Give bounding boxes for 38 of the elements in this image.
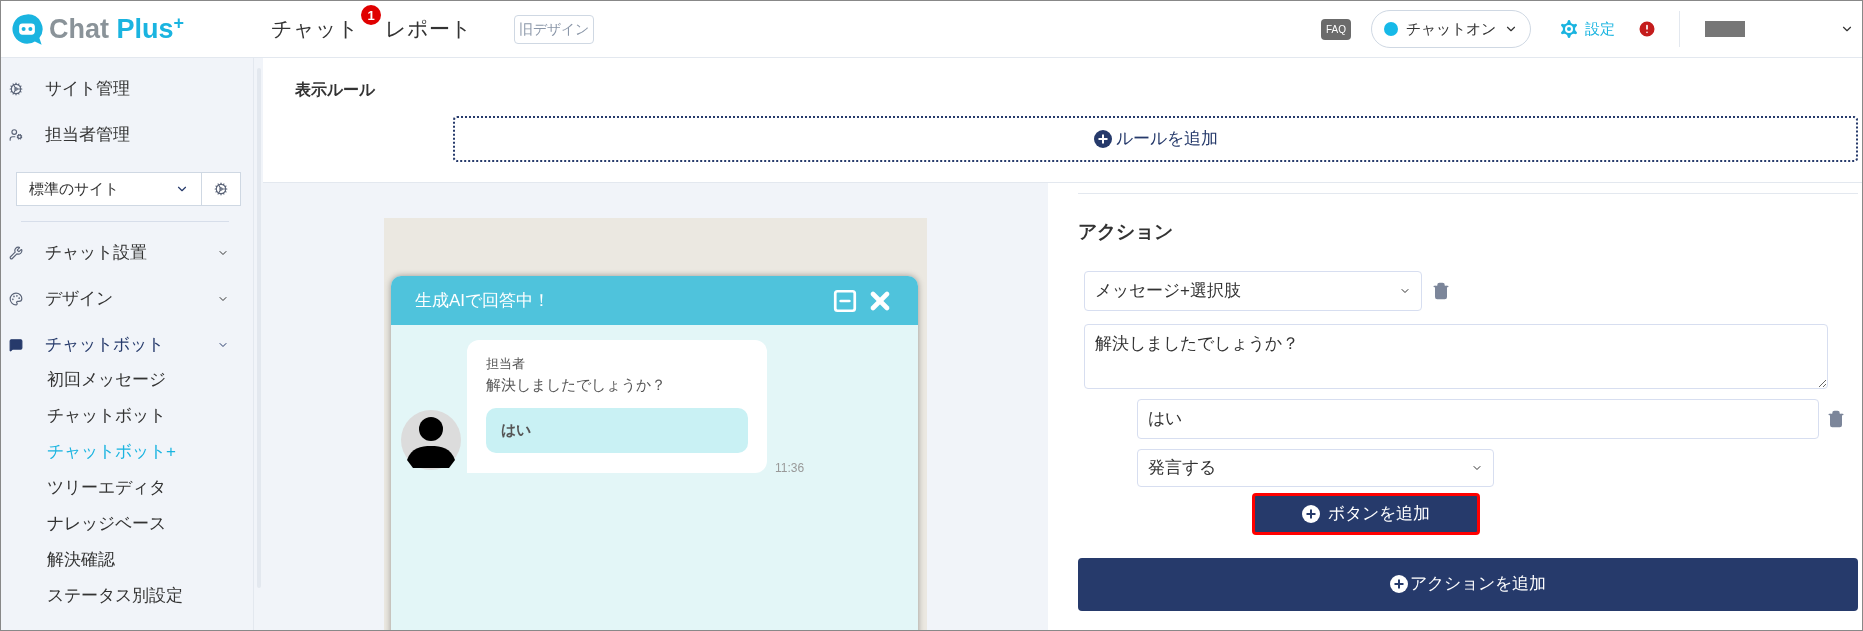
section-title: 表示ルール: [294, 80, 376, 100]
sidebar-subitem[interactable]: ツリーエディタ: [9, 470, 241, 506]
add-action-button[interactable]: アクションを追加: [1078, 557, 1858, 611]
plus-circle-icon: [1093, 130, 1112, 148]
action-type-select[interactable]: メッセージ+選択肢: [1084, 270, 1422, 311]
alert-icon[interactable]: [1637, 19, 1657, 39]
sidebar-subitem[interactable]: 解決確認: [9, 542, 241, 578]
add-button-button[interactable]: ボタンを追加: [1251, 492, 1480, 535]
sidebar-scrollbar[interactable]: [253, 58, 263, 630]
plus-circle-icon: [1301, 504, 1320, 523]
sidebar-item[interactable]: サイト管理: [9, 66, 241, 112]
message-textarea[interactable]: 解決しましたでしょうか？: [1084, 323, 1828, 389]
chat-bubble-logo-icon: [9, 11, 45, 47]
sidebar-menu-item[interactable]: チャット設置: [9, 230, 241, 276]
message-time: 11:36: [775, 460, 805, 477]
sender-name: 担当者: [486, 355, 526, 373]
logo-text: Chat Plus$^{+}$: [49, 11, 185, 46]
sidebar-item[interactable]: 担当者管理: [9, 112, 241, 158]
button-label-input[interactable]: はい: [1137, 398, 1819, 439]
sidebar-menu-item[interactable]: デザイン: [9, 276, 241, 322]
message-text: 解決しましたでしょうか？: [486, 374, 667, 395]
notification-badge: 1: [361, 5, 381, 26]
faq-icon[interactable]: FAQ: [1321, 18, 1351, 40]
sidebar-subitem[interactable]: チャットボット: [9, 398, 241, 434]
action-title: アクション: [1078, 220, 1174, 244]
avatar-silhouette-icon: [401, 410, 461, 470]
trash-icon[interactable]: [1432, 281, 1450, 300]
plus-circle-icon: [1390, 575, 1408, 593]
minimize-icon[interactable]: [832, 287, 858, 314]
choice-button[interactable]: はい: [486, 408, 748, 453]
add-rule-button[interactable]: ルールを追加: [453, 116, 1858, 162]
sidebar-subitem[interactable]: ステータス別設定: [9, 578, 241, 614]
nav-link[interactable]: レポート: [385, 13, 472, 45]
sidebar-subitem[interactable]: ナレッジベース: [9, 506, 241, 542]
trash-icon[interactable]: [1827, 409, 1845, 428]
redacted-block: [1705, 21, 1745, 37]
chat-widget-title: 生成AIで回答中！: [415, 289, 552, 312]
behavior-select[interactable]: 発言する: [1137, 448, 1494, 487]
